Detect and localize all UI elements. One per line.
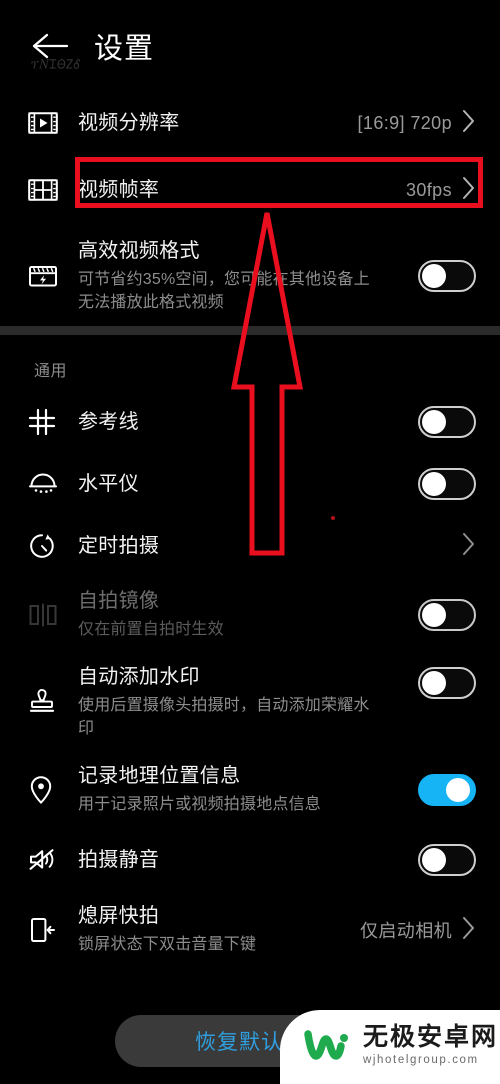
row-auto-watermark-body: 自动添加水印 使用后置摄像头拍摄时，自动添加荣耀水印 (78, 664, 416, 740)
mirror-icon (24, 602, 78, 628)
video-framerate-icon (24, 177, 78, 203)
row-level-meter-body: 水平仪 (78, 471, 416, 498)
row-timer-capture-body: 定时拍摄 (78, 533, 416, 560)
video-settings-group: 视频分辨率 [16:9] 720p 视频帧率 30fps 高效视频格式 可节省约… (0, 92, 500, 326)
row-value: 仅启动相机 (360, 921, 452, 941)
row-title: 定时拍摄 (78, 534, 160, 557)
row-level-meter-right (416, 468, 476, 500)
section-divider (0, 326, 500, 335)
camera-settings-screen: 设置 ፕ𝑁ᏆᎾᏃᎴ 视频分辨率 [16:9] 720p 视频帧率 30fps 高… (0, 0, 500, 1084)
row-selfie-mirror-body: 自拍镜像 仅在前置自拍时生效 (78, 588, 416, 641)
row-auto-watermark[interactable]: 自动添加水印 使用后置摄像头拍摄时，自动添加荣耀水印 (0, 653, 500, 751)
row-video-resolution-body: 视频分辨率 (78, 110, 358, 137)
row-screen-off-capture[interactable]: 熄屏快拍 锁屏状态下双击音量下键 仅启动相机 (0, 891, 500, 969)
row-grid-lines[interactable]: 参考线 (0, 391, 500, 453)
annotation-red-dot (331, 516, 335, 520)
row-shutter-mute-right (416, 844, 476, 876)
watermark-text: 无极安卓网 wjhotelgroup.com (363, 1024, 498, 1066)
ghost-watermark-text: ፕ𝑁ᏆᎾᏃᎴ (30, 56, 82, 72)
row-shutter-mute[interactable]: 拍摄静音 (0, 829, 500, 891)
toggle-auto-watermark[interactable] (418, 667, 476, 699)
row-title: 自动添加水印 (78, 665, 200, 688)
toggle-grid-lines[interactable] (418, 406, 476, 438)
toggle-knob (422, 671, 446, 695)
row-title: 水平仪 (78, 472, 139, 495)
row-shutter-mute-body: 拍摄静音 (78, 847, 416, 874)
row-title: 拍摄静音 (78, 848, 160, 871)
row-geo-tagging-right (416, 774, 476, 806)
row-value: 30fps (405, 179, 452, 200)
watermark-stamp-icon (24, 688, 78, 716)
toggle-knob (422, 603, 446, 627)
general-settings-group: 通用 参考线 水平仪 定时拍摄 自拍镜像 仅在前置自拍时生效 自动添加水印 使用… (0, 335, 500, 969)
row-timer-capture[interactable]: 定时拍摄 (0, 515, 500, 577)
row-subtitle: 仅在前置自拍时生效 (78, 621, 224, 639)
toggle-knob (422, 264, 446, 288)
toggle-level-meter[interactable] (418, 468, 476, 500)
row-subtitle: 用于记录照片或视频拍摄地点信息 (78, 796, 322, 814)
chevron-right-icon (462, 532, 476, 561)
watermark-site-name: 无极安卓网 (362, 1023, 498, 1052)
row-selfie-mirror-right (416, 599, 476, 631)
row-video-framerate-body: 视频帧率 (78, 177, 406, 204)
row-geo-tagging[interactable]: 记录地理位置信息 用于记录照片或视频拍摄地点信息 (0, 751, 500, 829)
chevron-right-icon (462, 109, 476, 138)
row-video-framerate-right: 30fps (406, 176, 476, 205)
toggle-knob (422, 410, 446, 434)
toggle-efficient-video-format[interactable] (418, 260, 476, 292)
row-value: [16:9] 720p (357, 112, 452, 133)
row-subtitle: 可节省约35%空间，您可能在其他设备上无法播放此格式视频 (78, 270, 370, 311)
row-efficient-video-format-body: 高效视频格式 可节省约35%空间，您可能在其他设备上无法播放此格式视频 (78, 238, 416, 314)
toggle-shutter-mute[interactable] (418, 844, 476, 876)
location-pin-icon (24, 775, 78, 805)
row-selfie-mirror[interactable]: 自拍镜像 仅在前置自拍时生效 (0, 577, 500, 653)
row-video-resolution[interactable]: 视频分辨率 [16:9] 720p (0, 92, 500, 154)
row-auto-watermark-right (416, 667, 476, 699)
level-meter-icon (24, 472, 78, 496)
row-title: 自拍镜像 (78, 590, 160, 613)
toggle-knob (446, 778, 470, 802)
row-efficient-video-format-right (416, 260, 476, 292)
row-title: 视频帧率 (78, 178, 160, 201)
app-header: 设置 ፕ𝑁ᏆᎾᏃᎴ (0, 0, 500, 92)
row-screen-off-capture-body: 熄屏快拍 锁屏状态下双击音量下键 (78, 903, 360, 956)
site-watermark: 无极安卓网 wjhotelgroup.com (294, 1014, 500, 1076)
toggle-knob (422, 472, 446, 496)
chevron-right-icon (462, 176, 476, 205)
mute-icon (24, 847, 78, 873)
video-resolution-icon (24, 110, 78, 136)
row-level-meter[interactable]: 水平仪 (0, 453, 500, 515)
row-title: 熄屏快拍 (78, 905, 160, 928)
grid-lines-icon (24, 408, 78, 436)
watermark-site-url: wjhotelgroup.com (362, 1053, 479, 1066)
section-label-general: 通用 (34, 363, 68, 380)
efficient-video-icon (24, 263, 78, 289)
toggle-knob (422, 848, 446, 872)
row-video-resolution-right: [16:9] 720p (358, 109, 476, 138)
row-title: 记录地理位置信息 (78, 765, 241, 788)
toggle-selfie-mirror[interactable] (418, 599, 476, 631)
row-title: 高效视频格式 (78, 239, 200, 262)
chevron-right-icon (462, 916, 476, 945)
w-logo-icon (294, 1014, 357, 1076)
row-title: 视频分辨率 (78, 111, 180, 134)
row-video-framerate[interactable]: 视频帧率 30fps (0, 154, 500, 226)
row-geo-tagging-body: 记录地理位置信息 用于记录照片或视频拍摄地点信息 (78, 763, 416, 816)
row-screen-off-capture-right: 仅启动相机 (360, 916, 476, 945)
row-title: 参考线 (78, 410, 139, 433)
row-efficient-video-format[interactable]: 高效视频格式 可节省约35%空间，您可能在其他设备上无法播放此格式视频 (0, 226, 500, 326)
row-grid-lines-right (416, 406, 476, 438)
toggle-geo-tagging[interactable] (418, 774, 476, 806)
timer-icon (24, 532, 78, 560)
row-subtitle: 使用后置摄像头拍摄时，自动添加荣耀水印 (78, 696, 370, 737)
screen-off-capture-icon (24, 915, 78, 945)
row-timer-capture-right (416, 532, 476, 561)
row-subtitle: 锁屏状态下双击音量下键 (78, 936, 257, 954)
row-grid-lines-body: 参考线 (78, 409, 416, 436)
page-title: 设置 (94, 33, 155, 65)
